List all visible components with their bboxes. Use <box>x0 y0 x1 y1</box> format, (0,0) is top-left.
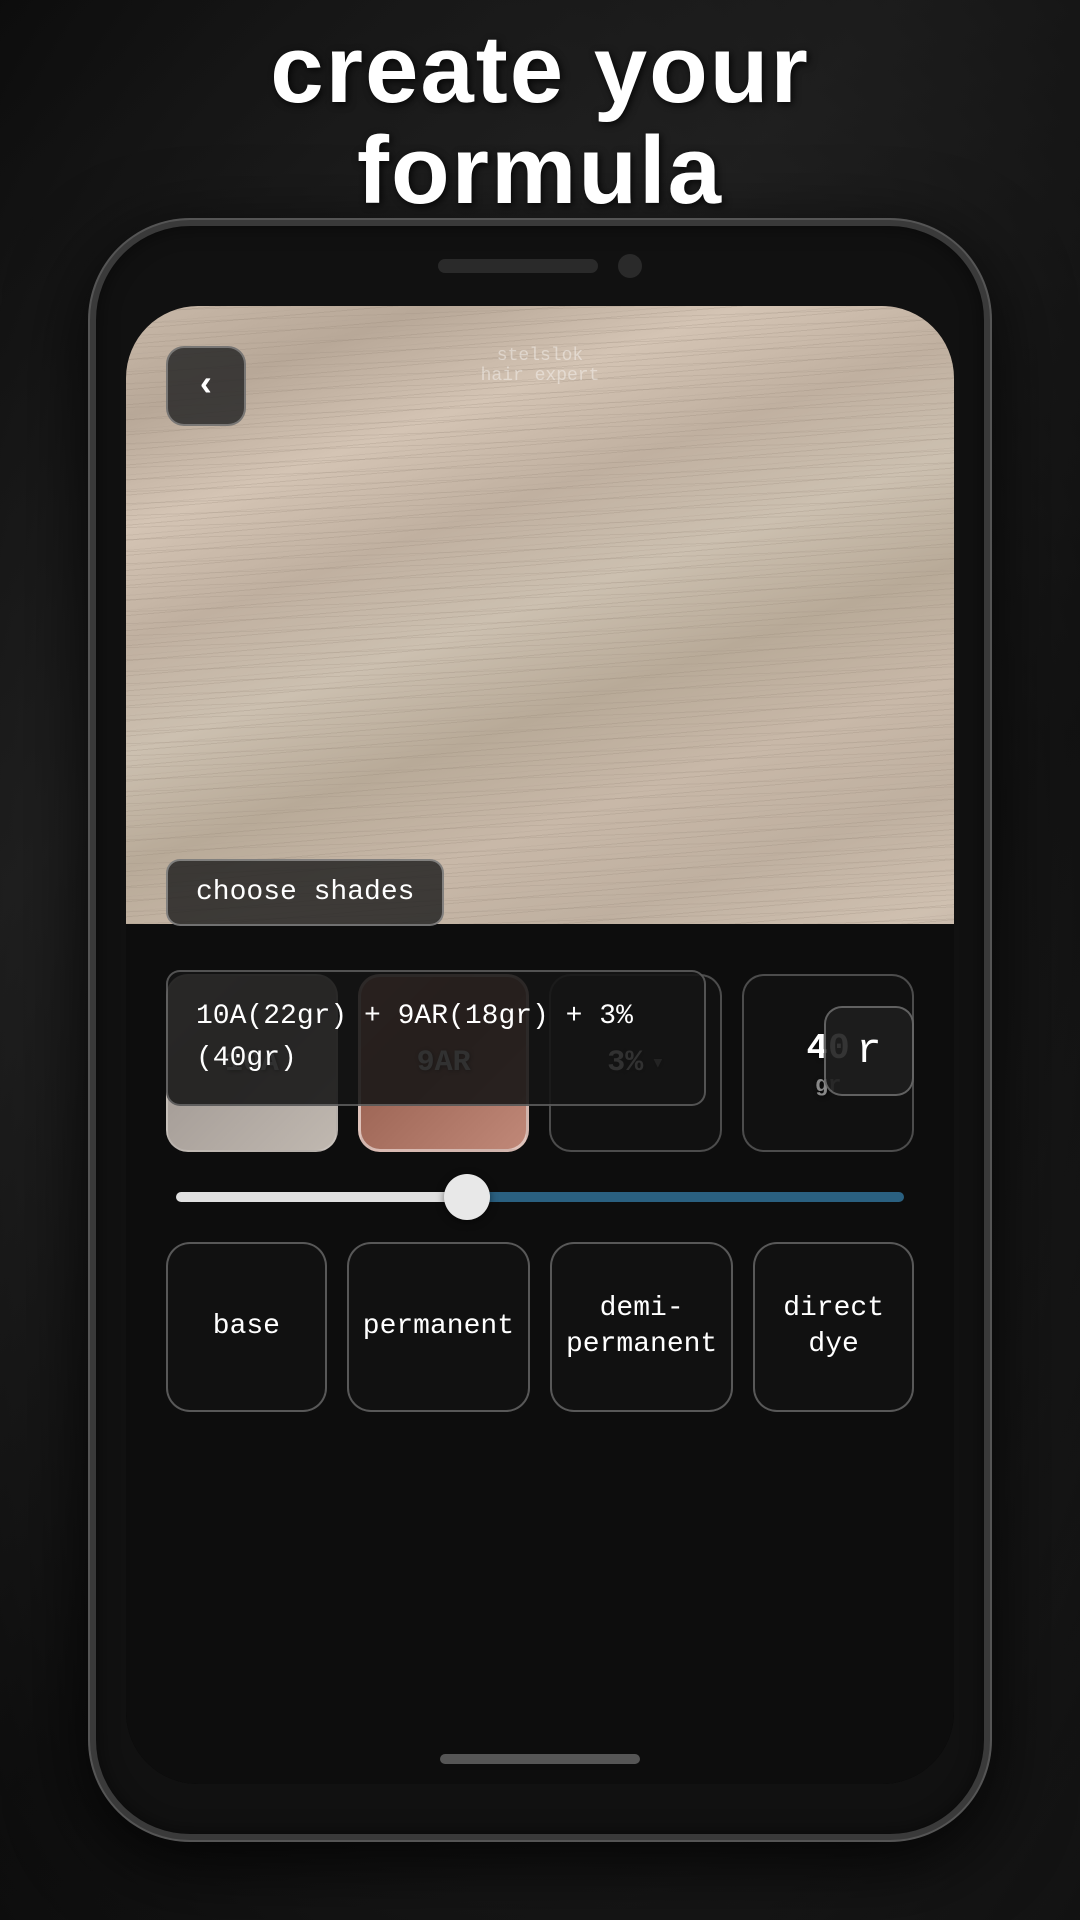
brand-name: stelslok <box>481 346 600 366</box>
choose-shades-label: choose shades <box>196 877 414 908</box>
type-demi-permanent-label: demi-permanent <box>566 1291 717 1364</box>
notch-camera <box>618 254 642 278</box>
brand-subtitle: hair expert <box>481 366 600 386</box>
phone-screen: stelslok hair expert ‹ choose shades 10A… <box>126 306 954 1784</box>
type-button-direct-dye[interactable]: direct dye <box>753 1242 914 1412</box>
slider-thumb[interactable] <box>444 1174 490 1220</box>
slider-container <box>156 1182 924 1212</box>
type-button-demi-permanent[interactable]: demi-permanent <box>550 1242 733 1412</box>
header-line2: formula <box>357 117 723 224</box>
header-line1: create your <box>270 16 810 123</box>
type-button-permanent[interactable]: permanent <box>347 1242 530 1412</box>
phone-notch <box>438 254 642 278</box>
phone-frame: stelslok hair expert ‹ choose shades 10A… <box>90 220 990 1840</box>
type-base-label: base <box>213 1309 280 1345</box>
chevron-left-icon: ‹ <box>195 368 217 404</box>
header-title: create your formula <box>0 20 1080 222</box>
home-indicator <box>440 1754 640 1764</box>
formula-display: 10A(22gr) + 9AR(18gr) + 3%(40gr) <box>166 970 706 1106</box>
type-permanent-label: permanent <box>363 1309 514 1345</box>
brand-watermark: stelslok hair expert <box>481 346 600 386</box>
back-button[interactable]: ‹ <box>166 346 246 426</box>
slider-track[interactable] <box>176 1192 904 1202</box>
header-section: create your formula <box>0 20 1080 222</box>
formula-text: 10A(22gr) + 9AR(18gr) + 3%(40gr) <box>196 1001 633 1074</box>
choose-shades-button[interactable]: choose shades <box>166 859 444 926</box>
type-button-base[interactable]: base <box>166 1242 327 1412</box>
r-button-label: r <box>856 1027 881 1075</box>
notch-pill <box>438 259 598 273</box>
type-direct-dye-label: direct dye <box>769 1291 898 1364</box>
type-buttons-row: base permanent demi-permanent direct dye <box>156 1242 924 1412</box>
r-button[interactable]: r <box>824 1006 914 1096</box>
